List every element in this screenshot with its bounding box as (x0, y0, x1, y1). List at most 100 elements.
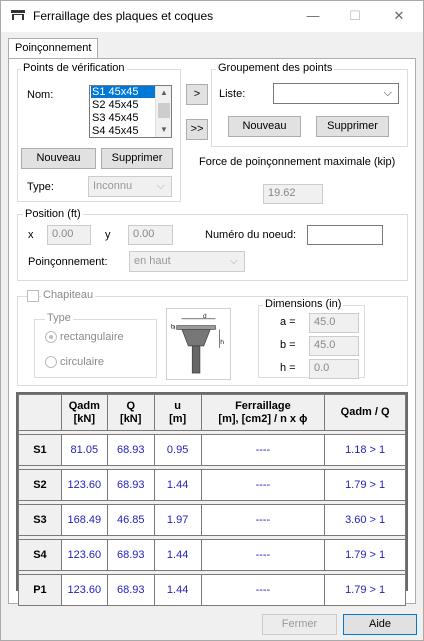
close-window-button[interactable]: ✕ (389, 7, 409, 25)
chevron-down-icon: ⌵ (229, 255, 238, 267)
scroll-thumb[interactable] (158, 103, 170, 118)
a-field[interactable]: 45.0 (309, 313, 359, 333)
max-force-field: 19.62 (263, 184, 323, 204)
cell-q: 68.93 (106, 574, 155, 606)
radio-rectangulaire[interactable] (45, 331, 57, 343)
capital-diagram-icon: d b h (166, 308, 231, 380)
row-name: S3 (18, 504, 62, 536)
cell-u: 1.97 (153, 504, 202, 536)
cell-q: 68.93 (106, 469, 155, 501)
app-icon (11, 10, 25, 20)
type-label: Type: (27, 181, 54, 193)
add-to-group-button[interactable]: > (186, 84, 208, 105)
capital-label: Chapiteau (41, 289, 96, 301)
header-ferraillage: Ferraillage [m], [cm2] / n x ϕ (200, 394, 326, 431)
header-q: Q [kN] (106, 394, 155, 431)
results-table: Qadm [kN] Q [kN] u [m] Ferraillage [m], [cm2… (18, 394, 406, 606)
b-label: b = (280, 339, 296, 351)
delete-point-button[interactable]: Supprimer (101, 148, 173, 169)
list-item[interactable]: S1 45x45 (91, 86, 155, 98)
listbox-scrollbar[interactable]: ▲ ▼ (155, 86, 171, 137)
cell-ratio: 3.60 > 1 (324, 504, 406, 536)
liste-select[interactable]: ⌵ (273, 83, 399, 104)
cell-ratio: 1.18 > 1 (324, 434, 406, 466)
type-select-value: Inconnu (93, 180, 133, 192)
header-u: u [m] (153, 394, 202, 431)
cell-ferraillage: ---- (200, 539, 326, 571)
new-group-button[interactable]: Nouveau (228, 116, 301, 137)
help-button[interactable]: Aide (343, 614, 417, 635)
tab-poinconnement[interactable]: Poinçonnement (8, 38, 98, 59)
header-corner (18, 394, 62, 431)
diagram-h-label: h (220, 339, 224, 346)
table-row[interactable]: S2 123.60 68.93 1.44 ---- 1.79 > 1 (18, 469, 406, 501)
cell-qadm: 81.05 (60, 434, 108, 466)
diagram-d-label: d (203, 313, 207, 320)
title-bar: Ferraillage des plaques et coques — ☐ ✕ (1, 1, 423, 32)
capital-type-legend: Type (45, 312, 73, 324)
capital-checkbox[interactable] (27, 290, 39, 302)
delete-group-button[interactable]: Supprimer (316, 116, 389, 137)
radio-circulaire-label: circulaire (60, 356, 105, 368)
minimize-button[interactable]: — (303, 7, 323, 25)
dimensions-legend: Dimensions (in) (263, 298, 344, 310)
cell-ratio: 1.79 > 1 (324, 574, 406, 606)
cell-u: 0.95 (153, 434, 202, 466)
add-all-to-group-button[interactable]: >> (186, 119, 208, 140)
header-ratio: Qadm / Q (324, 394, 406, 431)
x-label: x (28, 229, 34, 241)
node-number-label: Numéro du noeud: (205, 229, 297, 241)
diagram-b-label: b (171, 323, 175, 330)
radio-circulaire[interactable] (45, 356, 57, 368)
list-item[interactable]: S4 45x45 (91, 125, 155, 137)
scroll-up-icon[interactable]: ▲ (156, 86, 172, 100)
punching-label: Poinçonnement: (28, 256, 108, 268)
list-item[interactable]: S3 45x45 (91, 112, 155, 124)
cell-q: 46.85 (106, 504, 155, 536)
cell-q: 68.93 (106, 539, 155, 571)
cell-q: 68.93 (106, 434, 155, 466)
punching-select-value: en haut (134, 255, 171, 267)
cell-qadm: 168.49 (60, 504, 108, 536)
table-row[interactable]: S1 81.05 68.93 0.95 ---- 1.18 > 1 (18, 434, 406, 466)
row-name: S4 (18, 539, 62, 571)
close-button[interactable]: Fermer (262, 614, 337, 635)
cell-ratio: 1.79 > 1 (324, 539, 406, 571)
type-select[interactable]: Inconnu ⌵ (88, 176, 172, 197)
y-field[interactable]: 0.00 (128, 225, 173, 245)
h-field[interactable]: 0.0 (309, 359, 359, 379)
new-point-button[interactable]: Nouveau (21, 148, 96, 169)
table-row[interactable]: S3 168.49 46.85 1.97 ---- 3.60 > 1 (18, 504, 406, 536)
max-force-label: Force de poinçonnement maximale (kip) (199, 156, 396, 168)
cell-ferraillage: ---- (200, 504, 326, 536)
verification-legend: Points de vérification (21, 62, 127, 74)
cell-u: 1.44 (153, 539, 202, 571)
row-name: S2 (18, 469, 62, 501)
table-row[interactable]: P1 123.60 68.93 1.44 ---- 1.79 > 1 (18, 574, 406, 606)
b-field[interactable]: 45.0 (309, 336, 359, 356)
h-label: h = (280, 362, 296, 374)
tab-label: Poinçonnement (15, 42, 92, 54)
table-row[interactable]: S4 123.60 68.93 1.44 ---- 1.79 > 1 (18, 539, 406, 571)
chevron-down-icon: ⌵ (383, 87, 392, 99)
dialog-window: Ferraillage des plaques et coques — ☐ ✕ … (0, 0, 424, 641)
cell-ferraillage: ---- (200, 574, 326, 606)
list-item[interactable]: S2 45x45 (91, 99, 155, 111)
header-qadm: Qadm [kN] (60, 394, 108, 431)
cell-qadm: 123.60 (60, 539, 108, 571)
points-listbox[interactable]: S1 45x45 S2 45x45 S3 45x45 S4 45x45 ▲ ▼ (89, 85, 172, 138)
window-title: Ferraillage des plaques et coques (33, 9, 214, 23)
cell-ferraillage: ---- (200, 434, 326, 466)
liste-label: Liste: (219, 88, 246, 100)
punching-select[interactable]: en haut ⌵ (129, 251, 245, 272)
a-label: a = (280, 316, 296, 328)
x-field[interactable]: 0.00 (47, 225, 91, 245)
radio-rectangulaire-label: rectangulaire (60, 331, 124, 343)
scroll-down-icon[interactable]: ▼ (156, 123, 172, 137)
cell-qadm: 123.60 (60, 469, 108, 501)
capital-type-group (34, 319, 157, 378)
cell-ratio: 1.79 > 1 (324, 469, 406, 501)
maximize-button[interactable]: ☐ (345, 7, 365, 25)
node-number-field[interactable] (307, 225, 383, 245)
cell-u: 1.44 (153, 469, 202, 501)
